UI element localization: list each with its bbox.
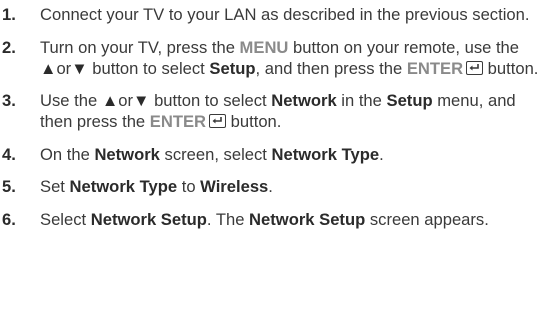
enter-icon — [466, 60, 484, 75]
menu-term: Network Type — [69, 177, 178, 196]
text-run: Turn on your TV, press the — [40, 37, 240, 57]
text-run: Set — [40, 177, 70, 196]
step-item: 5. Set Network Type to Wireless. — [0, 176, 551, 197]
text-run: Connect your TV to your LAN as described… — [40, 5, 530, 24]
text-run: button on your remote, use the — [288, 37, 520, 57]
menu-term: Network — [94, 144, 160, 164]
menu-term: Network Setup — [90, 209, 207, 229]
step-text: Connect your TV to your LAN as described… — [40, 4, 545, 25]
step-text: Use the ▲or▼ button to select Network in… — [40, 90, 545, 132]
text-run: button to select — [149, 91, 272, 110]
text-run: in the — [336, 91, 387, 110]
text-run: or — [118, 91, 134, 110]
up-arrow-icon: ▲ — [40, 58, 57, 78]
step-number: 6. — [2, 209, 16, 229]
menu-term: Setup — [209, 58, 256, 78]
step-item: 4. On the Network screen, select Network … — [0, 144, 551, 165]
menu-term: Network — [271, 91, 337, 110]
remote-key-label: ENTER — [406, 58, 464, 78]
step-number: 4. — [2, 144, 16, 164]
text-run: screen, select — [159, 144, 272, 164]
text-run: button. — [483, 58, 539, 78]
remote-key-label: ENTER — [149, 112, 207, 131]
up-arrow-icon: ▲ — [101, 91, 119, 110]
step-text: Select Network Setup. The Network Setup … — [40, 209, 545, 230]
step-number: 3. — [2, 91, 16, 110]
step-item: 3. Use the ▲or▼ button to select Network … — [0, 90, 551, 132]
text-run: . — [268, 177, 273, 196]
remote-key-label: MENU — [239, 37, 289, 57]
step-number: 1. — [2, 5, 16, 24]
step-item: 1. Connect your TV to your LAN as describ… — [0, 4, 551, 25]
instruction-steps: 1. Connect your TV to your LAN as describ… — [0, 0, 551, 230]
step-item: 2. Turn on your TV, press the MENU button… — [0, 37, 551, 79]
step-number: 2. — [2, 37, 16, 57]
step-text: On the Network screen, select Network Ty… — [40, 144, 545, 165]
step-text: Turn on your TV, press the MENU button o… — [40, 37, 545, 79]
text-run: , and then press the — [255, 58, 407, 78]
step-text: Set Network Type to Wireless. — [40, 176, 545, 197]
down-arrow-icon: ▼ — [71, 58, 88, 78]
text-run: Use the — [40, 91, 102, 110]
text-run: On the — [40, 144, 95, 164]
down-arrow-icon: ▼ — [133, 91, 150, 110]
text-run: button. — [226, 112, 282, 131]
text-run: Select — [40, 209, 91, 229]
text-run: . — [379, 144, 384, 164]
step-item: 6. Select Network Setup. The Network Setu… — [0, 209, 551, 230]
menu-term: Setup — [386, 91, 433, 110]
text-run: to — [177, 177, 201, 196]
text-run: button to select — [87, 58, 210, 78]
text-run: or — [56, 58, 72, 78]
step-number: 5. — [2, 177, 16, 196]
text-run: . The — [206, 209, 250, 229]
menu-term: Network Type — [271, 144, 380, 164]
enter-icon — [209, 114, 227, 128]
menu-term: Network Setup — [249, 209, 366, 229]
text-run: screen appears. — [365, 209, 489, 229]
menu-term: Wireless — [200, 177, 269, 196]
